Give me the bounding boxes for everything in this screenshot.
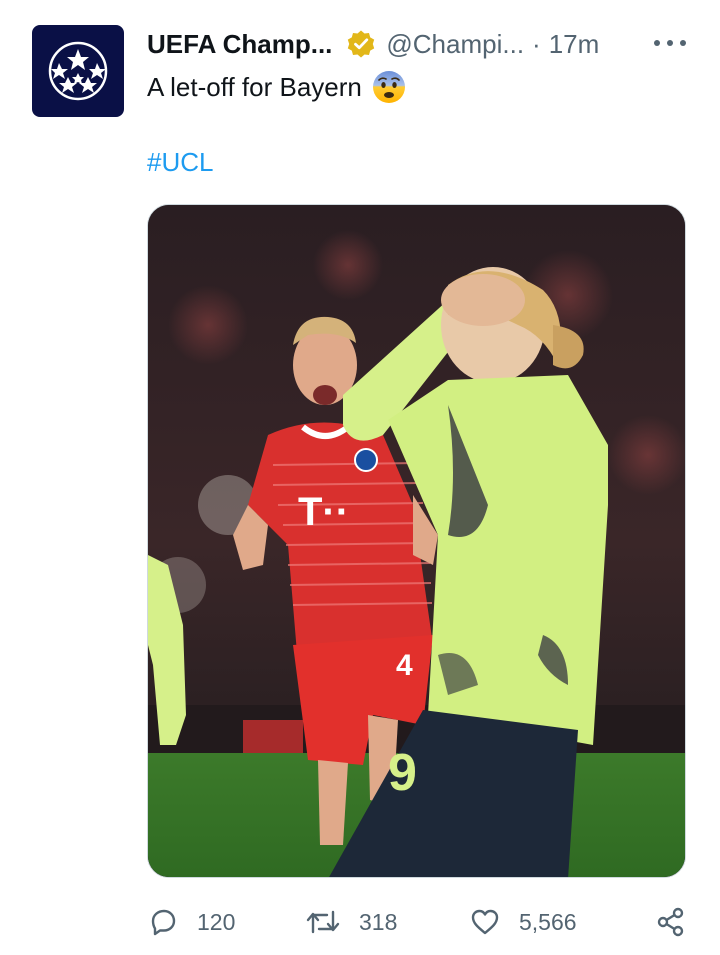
tweet[interactable]: UEFA Champ... @Champi... · 17m A let-off…	[0, 0, 720, 955]
heart-icon	[471, 909, 499, 935]
reply-count: 120	[197, 908, 236, 935]
gold-verified-badge-icon[interactable]	[346, 29, 376, 59]
fearful-face-emoji-icon	[372, 70, 406, 104]
reply-button[interactable]: 120	[147, 906, 235, 938]
football-photo-illustration: T·· 4 9	[148, 205, 685, 877]
share-button[interactable]	[655, 906, 705, 938]
like-button[interactable]: 5,566	[469, 906, 577, 938]
ucl-starball-icon	[48, 41, 108, 101]
svg-text:4: 4	[396, 649, 413, 682]
retweet-icon	[306, 910, 340, 934]
tweet-header: UEFA Champ... @Champi... · 17m	[147, 26, 688, 62]
tweet-text-content: A let-off for Bayern	[147, 72, 362, 102]
hashtag-link[interactable]: #UCL	[147, 145, 213, 179]
author-avatar[interactable]	[32, 25, 124, 117]
tweet-media-photo[interactable]: T·· 4 9	[147, 204, 686, 878]
tweet-text: A let-off for Bayern	[147, 70, 406, 104]
retweet-button[interactable]: 318	[305, 906, 397, 938]
share-icon	[657, 907, 684, 937]
author-display-name[interactable]: UEFA Champ...	[147, 29, 332, 60]
svg-text:9: 9	[388, 744, 417, 802]
like-count: 5,566	[519, 908, 577, 935]
tweet-timestamp[interactable]: 17m	[549, 29, 600, 60]
svg-text:T··: T··	[298, 490, 349, 534]
more-options-icon[interactable]	[654, 37, 686, 49]
retweet-count: 318	[359, 908, 398, 935]
reply-icon	[151, 909, 176, 936]
tweet-actions: 120 318 5,566	[147, 898, 690, 946]
header-separator: ·	[532, 28, 541, 59]
author-handle[interactable]: @Champi...	[386, 29, 524, 60]
